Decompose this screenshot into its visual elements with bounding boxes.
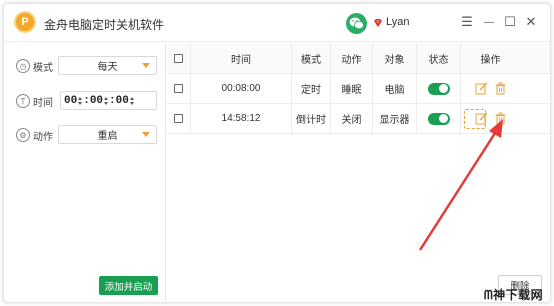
status-toggle[interactable] <box>427 82 450 95</box>
hour-spinner-icon[interactable] <box>78 96 83 106</box>
minute-spinner-icon[interactable] <box>104 96 109 106</box>
row-operation-cell <box>461 74 520 103</box>
second-value: 00 <box>115 94 129 107</box>
row-time: 14:58:12 <box>191 104 292 133</box>
chevron-down-icon <box>142 132 150 137</box>
row-operation-cell <box>461 104 520 133</box>
column-header-mode: 模式 <box>292 43 331 73</box>
status-toggle[interactable] <box>427 112 450 125</box>
column-header-status: 状态 <box>417 43 461 73</box>
column-header-time: 时间 <box>191 43 292 73</box>
row-status-cell <box>417 104 461 133</box>
row-checkbox[interactable] <box>174 84 183 93</box>
settings-panel: ◷ 模式 每天 T 时间 00 : 00 : 00 ⚙ 动作 重启 添加并启动 <box>4 43 166 302</box>
username[interactable]: Lyan <box>386 16 409 28</box>
row-select-cell <box>167 74 191 103</box>
minute-value: 00 <box>89 94 104 107</box>
table-row[interactable]: 14:58:12 倒计时 关闭 显示器 <box>167 104 550 134</box>
add-and-start-button[interactable]: 添加并启动 <box>99 276 158 295</box>
time-separator: : <box>109 94 116 107</box>
row-action: 睡眠 <box>331 74 373 103</box>
menu-icon[interactable]: ☰ <box>459 14 475 30</box>
wechat-icon[interactable] <box>346 13 367 34</box>
mode-row: ◷ 模式 <box>16 56 59 76</box>
action-select[interactable]: 重启 <box>58 125 157 144</box>
hour-value: 00 <box>64 94 78 107</box>
row-status-cell <box>417 74 461 103</box>
time-row: T 时间 <box>16 91 59 111</box>
row-target: 显示器 <box>373 104 417 133</box>
time-separator: : <box>83 94 90 107</box>
row-target: 电脑 <box>373 74 417 103</box>
edit-highlight <box>464 109 486 129</box>
time-input[interactable]: 00 : 00 : 00 <box>60 91 157 110</box>
mode-select-value: 每天 <box>97 62 118 73</box>
app-title: 金舟电脑定时关机软件 <box>44 18 165 32</box>
table-header: 时间 模式 动作 对象 状态 操作 <box>167 43 550 74</box>
time-t-icon: T <box>16 94 30 108</box>
close-icon[interactable]: ✕ <box>523 14 539 30</box>
select-all-checkbox[interactable] <box>174 53 183 63</box>
row-mode: 倒计时 <box>292 104 331 133</box>
task-table: 时间 模式 动作 对象 状态 操作 00:08:00 定时 睡眠 电脑 14:5… <box>167 43 550 302</box>
minimize-icon[interactable]: — <box>481 14 497 30</box>
maximize-icon[interactable]: ☐ <box>502 14 518 30</box>
row-select-cell <box>167 104 191 133</box>
hour-field[interactable]: 00 <box>64 95 83 107</box>
action-label: 动作 <box>33 131 53 143</box>
app-window: P 金舟电脑定时关机软件 Lyan ☰ — ☐ ✕ ◷ 模式 每天 T 时间 0… <box>3 3 551 303</box>
select-all-cell <box>167 43 191 73</box>
row-checkbox[interactable] <box>174 114 183 123</box>
time-label: 时间 <box>33 97 53 109</box>
mode-label: 模式 <box>33 62 53 74</box>
chevron-down-icon <box>142 63 150 68</box>
action-select-value: 重启 <box>97 131 118 142</box>
column-header-operation: 操作 <box>480 54 501 66</box>
app-logo: P <box>14 11 36 33</box>
table-row[interactable]: 00:08:00 定时 睡眠 电脑 <box>167 74 550 104</box>
edit-icon[interactable] <box>475 82 488 95</box>
second-spinner-icon[interactable] <box>129 96 134 106</box>
watermark: ᗰ神下载网 <box>484 288 544 302</box>
vip-diamond-icon <box>374 19 382 27</box>
clock-icon: ◷ <box>16 59 30 73</box>
row-action: 关闭 <box>331 104 373 133</box>
row-mode: 定时 <box>292 74 331 103</box>
minute-field[interactable]: 00 <box>90 95 109 107</box>
action-gear-icon: ⚙ <box>16 128 30 142</box>
app-logo-letter: P <box>21 16 29 28</box>
action-row: ⚙ 动作 <box>16 125 59 145</box>
trash-icon[interactable] <box>494 112 507 125</box>
column-header-action: 动作 <box>331 43 373 73</box>
trash-icon[interactable] <box>494 82 507 95</box>
mode-select[interactable]: 每天 <box>58 56 157 75</box>
title-bar: P 金舟电脑定时关机软件 Lyan ☰ — ☐ ✕ <box>4 4 550 42</box>
column-header-target: 对象 <box>373 43 417 73</box>
row-time: 00:08:00 <box>191 74 292 103</box>
second-field[interactable]: 00 <box>116 95 135 107</box>
